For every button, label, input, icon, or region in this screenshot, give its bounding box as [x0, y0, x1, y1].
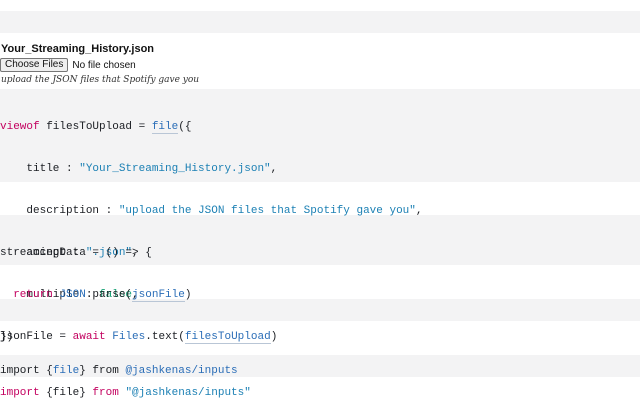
code-text: ,	[270, 163, 278, 175]
code-line: viewof filesToUpload = file({	[0, 120, 423, 134]
builtin-object: JSON	[59, 289, 86, 301]
code-text: title :	[0, 163, 80, 175]
code-text: ({	[178, 121, 192, 133]
code-text: ,	[415, 205, 423, 217]
code-line: import {file} from "@jashkenas/inputs"	[0, 386, 251, 400]
file-input-title: Your_Streaming_History.json	[1, 43, 155, 55]
code-cell-import[interactable]: import {file} from "@jashkenas/inputs"	[0, 358, 251, 400]
code-line: description : "upload the JSON files tha…	[0, 204, 423, 218]
code-text: streamingData = () => {	[0, 247, 152, 259]
string-literal: "upload the JSON files that Spotify gave…	[118, 205, 416, 217]
code-text: {file}	[39, 387, 93, 399]
keyword: from	[92, 387, 119, 399]
code-line: title : "Your_Streaming_History.json",	[0, 162, 423, 176]
file-status-text: No file chosen	[72, 59, 136, 71]
code-text: .parse(	[85, 289, 133, 301]
code-text: filesToUpload =	[39, 121, 152, 133]
code-text: )	[270, 331, 278, 343]
code-text: )	[184, 289, 192, 301]
code-text: description :	[0, 205, 119, 217]
reference-file[interactable]: file	[151, 121, 179, 134]
empty-cell-top	[0, 11, 640, 33]
string-literal: "Your_Streaming_History.json"	[79, 163, 271, 175]
keyword: viewof	[0, 121, 40, 133]
keyword: return	[13, 289, 53, 301]
keyword: import	[0, 387, 40, 399]
code-line: return JSON.parse(jsonFile)	[0, 288, 191, 302]
string-literal: "@jashkenas/inputs"	[125, 387, 251, 399]
file-input-description: upload the JSON files that Spotify gave …	[1, 75, 200, 85]
file-input: Choose Files No file chosen	[0, 58, 136, 72]
reference-json-file[interactable]: jsonFile	[132, 289, 185, 302]
code-line: streamingData = () => {	[0, 246, 191, 260]
choose-files-button[interactable]: Choose Files	[0, 58, 69, 72]
